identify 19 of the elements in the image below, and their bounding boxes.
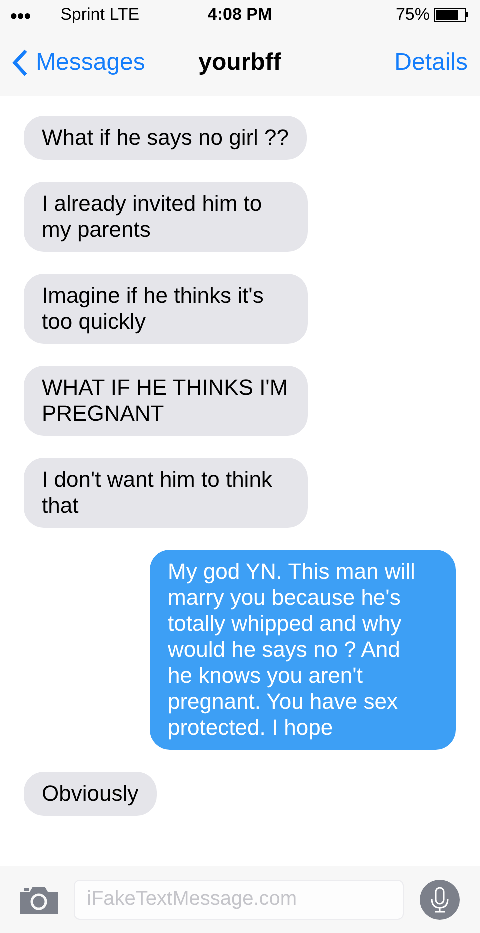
chevron-left-icon [12, 49, 28, 77]
sent-message-bubble: My god YN. This man will marry you because he's totally whipped and why would he says no ? And he knows you aren't pregnant. You have sex protected. I hope [150, 550, 456, 750]
camera-icon[interactable] [20, 886, 58, 914]
message-input-field[interactable]: iFakeTextMessage.com [74, 880, 404, 920]
carrier-label: Sprint LTE [60, 5, 140, 25]
battery-icon [434, 8, 470, 22]
received-message-bubble: Imagine if he thinks it's too quickly [24, 274, 308, 344]
details-button[interactable]: Details [394, 49, 468, 77]
clock: 4:08 PM [208, 5, 272, 24]
microphone-icon[interactable] [420, 880, 460, 920]
received-message-bubble: I already invited him to my parents [24, 182, 308, 252]
received-message-bubble: Obviously [24, 772, 157, 816]
received-message-bubble: I don't want him to think that [24, 458, 308, 528]
signal-dots: ●●● [10, 8, 31, 22]
received-message-bubble: WHAT IF HE THINKS I'M PREGNANT [24, 366, 308, 436]
conversation-title: yourbff [198, 49, 282, 76]
back-button[interactable]: Messages [12, 49, 146, 77]
battery-percent: 75% [396, 5, 430, 25]
received-message-bubble: What if he says no girl ?? [24, 116, 308, 160]
